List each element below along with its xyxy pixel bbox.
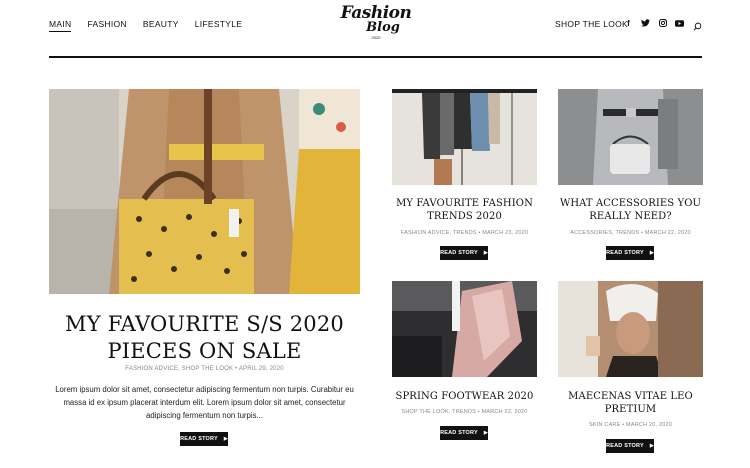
chevron-right-icon: ▶ xyxy=(649,443,654,449)
social-links: f xyxy=(624,18,684,28)
post-title[interactable]: MY FAVOURITE FASHION TRENDS 2020 xyxy=(392,198,537,223)
search-icon[interactable] xyxy=(693,18,702,36)
facebook-icon[interactable]: f xyxy=(624,18,633,28)
post-meta: FASHION ADVICE, TRENDS • MARCH 23, 2020 xyxy=(400,230,529,236)
read-story-label: READ STORY xyxy=(606,443,644,449)
read-story-button[interactable]: READ STORY ▶ xyxy=(440,246,488,260)
post-title[interactable]: MAECENAS VITAE LEO PRETIUM xyxy=(558,391,703,416)
nav-item-main[interactable]: MAIN xyxy=(49,19,72,32)
header-divider xyxy=(49,56,702,58)
site-header: MAIN FASHION BEAUTY LIFESTYLE Fashion Bl… xyxy=(0,0,750,56)
read-story-label: READ STORY xyxy=(606,250,644,256)
featured-post-excerpt: Lorem ipsum dolor sit amet, consectetur … xyxy=(55,385,354,420)
post-image-spring-footwear[interactable] xyxy=(392,281,537,377)
chevron-right-icon: ▶ xyxy=(223,436,228,442)
instagram-icon[interactable] xyxy=(658,18,667,28)
logo-line-2: Blog xyxy=(366,20,400,35)
post-image-accessories[interactable] xyxy=(558,89,703,185)
shop-the-look-link[interactable]: SHOP THE LOOK xyxy=(555,19,628,29)
post-meta: SHOP THE LOOK, TRENDS • MARCH 22, 2020 xyxy=(401,409,528,415)
featured-post-meta: FASHION ADVICE, SHOP THE LOOK • APRIL 29… xyxy=(125,366,284,372)
read-story-label: READ STORY xyxy=(440,250,478,256)
read-story-label: READ STORY xyxy=(440,430,478,436)
chevron-right-icon: ▶ xyxy=(483,250,488,256)
read-story-button[interactable]: READ STORY ▶ xyxy=(606,439,654,453)
post-meta: SKIN CARE • MARCH 20, 2020 xyxy=(589,422,672,428)
twitter-icon[interactable] xyxy=(641,18,650,28)
post-title[interactable]: WHAT ACCESSORIES YOU REALLY NEED? xyxy=(558,198,703,223)
featured-post-image[interactable] xyxy=(49,89,360,294)
post-image-fashion-trends[interactable] xyxy=(392,89,537,185)
logo-line-3: 2020 xyxy=(371,35,381,40)
read-story-button[interactable]: READ STORY ▶ xyxy=(606,246,654,260)
main-nav: MAIN FASHION BEAUTY LIFESTYLE xyxy=(49,19,242,32)
chevron-right-icon: ▶ xyxy=(483,430,488,436)
nav-item-lifestyle[interactable]: LIFESTYLE xyxy=(195,19,243,32)
featured-post-title[interactable]: MY FAVOURITE S/S 2020 PIECES ON SALE xyxy=(49,311,360,365)
read-story-label: READ STORY xyxy=(180,436,218,442)
nav-item-beauty[interactable]: BEAUTY xyxy=(143,19,179,32)
read-story-button[interactable]: READ STORY ▶ xyxy=(440,426,488,440)
post-meta: ACCESSORIES, TRENDS • MARCH 22, 2020 xyxy=(570,230,691,236)
youtube-icon[interactable] xyxy=(675,18,684,28)
nav-item-fashion[interactable]: FASHION xyxy=(87,19,126,32)
post-title[interactable]: SPRING FOOTWEAR 2020 xyxy=(392,391,537,404)
site-logo[interactable]: Fashion Blog 2020 xyxy=(340,4,412,44)
featured-read-story-button[interactable]: READ STORY ▶ xyxy=(180,432,228,446)
post-image-maecenas[interactable] xyxy=(558,281,703,377)
chevron-right-icon: ▶ xyxy=(649,250,654,256)
